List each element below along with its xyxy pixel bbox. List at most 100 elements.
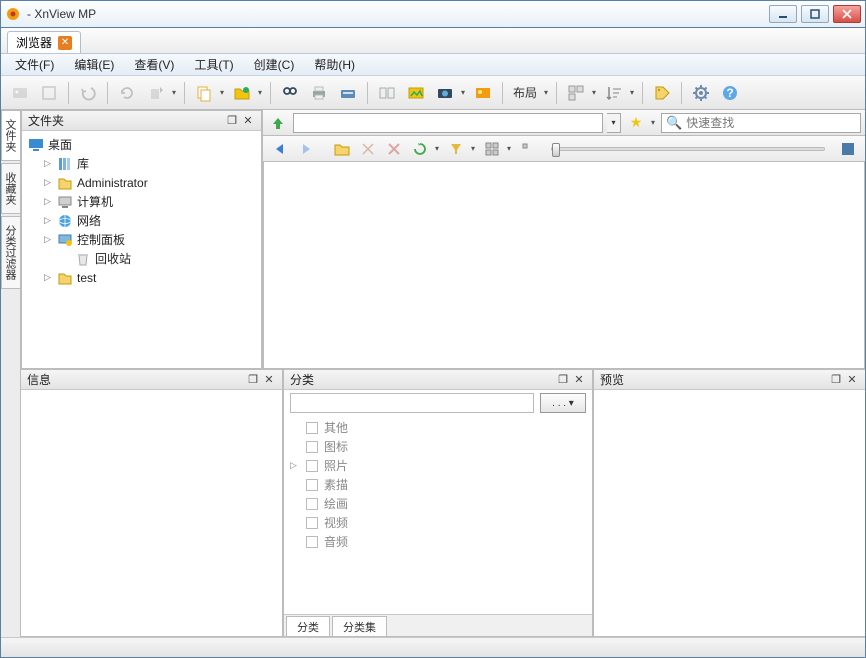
tab-close-icon[interactable]: ✕ [58,36,72,50]
zoom-out-icon[interactable] [517,138,539,160]
checkbox-icon[interactable] [306,441,318,453]
checkbox-icon[interactable] [306,479,318,491]
favorite-dropdown[interactable]: ▾ [649,118,657,127]
nav-view-mode-icon[interactable] [481,138,503,160]
panel-float-icon[interactable]: ❐ [225,114,239,128]
folder-tree[interactable]: 桌面 ▷ 库 ▷ Administrator [22,131,261,291]
address-input[interactable] [293,113,603,133]
toolbar-help-icon[interactable]: ? [717,80,743,106]
panel-close-icon[interactable]: ✕ [572,373,586,387]
category-tab-categories[interactable]: 分类 [286,616,330,636]
expand-icon[interactable]: ▷ [42,272,53,283]
zoom-in-icon[interactable] [837,138,859,160]
panel-float-icon[interactable]: ❐ [246,373,260,387]
category-item[interactable]: 图标 [284,437,592,456]
nav-delete-icon[interactable] [383,138,405,160]
toolbar-fullscreen-icon[interactable] [36,80,62,106]
expand-icon[interactable]: ▷ [290,460,297,471]
toolbar-undo-icon[interactable] [75,80,101,106]
quick-search[interactable]: 🔍 [661,113,861,133]
category-item[interactable]: 照片 [284,456,592,475]
toolbar-print-icon[interactable] [306,80,332,106]
toolbar-open-dropdown[interactable]: ▾ [256,88,264,97]
nav-open-folder-icon[interactable] [331,138,353,160]
panel-float-icon[interactable]: ❐ [556,373,570,387]
panel-float-icon[interactable]: ❐ [829,373,843,387]
expand-icon[interactable]: ▷ [42,177,53,188]
nav-filter-icon[interactable] [445,138,467,160]
toolbar-view-image-icon[interactable] [7,80,33,106]
toolbar-sort-icon[interactable] [601,80,627,106]
checkbox-icon[interactable] [306,460,318,472]
nav-filter-dropdown[interactable]: ▾ [469,144,477,153]
expand-icon[interactable]: ▷ [42,215,53,226]
category-item[interactable]: 其他 [284,418,592,437]
toolbar-copy-icon[interactable] [191,80,217,106]
toolbar-copy-dropdown[interactable]: ▾ [218,88,226,97]
menu-file[interactable]: 文件(F) [7,54,62,75]
nav-back-icon[interactable] [269,138,291,160]
category-item[interactable]: 视频 [284,513,592,532]
search-input[interactable] [686,116,856,130]
toolbar-thumbnails-icon[interactable] [563,80,589,106]
toolbar-open-folder-icon[interactable] [229,80,255,106]
category-item[interactable]: 素描 [284,475,592,494]
toolbar-compare-icon[interactable] [374,80,400,106]
toolbar-thumbnails-dropdown[interactable]: ▾ [590,88,598,97]
nav-refresh-dropdown[interactable]: ▾ [433,144,441,153]
toolbar-refresh-icon[interactable] [114,80,140,106]
side-tab-favorites[interactable]: 收藏夹 [1,163,20,214]
toolbar-rotate-icon[interactable] [143,80,169,106]
favorite-star-icon[interactable]: ★ [625,112,647,134]
tree-item[interactable]: ▷ test [24,268,259,287]
tree-item[interactable]: ▷ 库 [24,154,259,173]
nav-forward-icon[interactable] [295,138,317,160]
menu-tools[interactable]: 工具(T) [186,54,241,75]
expand-icon[interactable]: ▷ [42,234,53,245]
toolbar-settings-icon[interactable] [688,80,714,106]
maximize-button[interactable] [801,5,829,23]
checkbox-icon[interactable] [306,498,318,510]
toolbar-search-icon[interactable] [277,80,303,106]
toolbar-rotate-dropdown[interactable]: ▾ [170,88,178,97]
tree-item[interactable]: 回收站 [24,249,259,268]
category-tab-sets[interactable]: 分类集 [332,616,387,636]
category-options-button[interactable]: . . . ▾ [540,393,586,413]
panel-close-icon[interactable]: ✕ [241,114,255,128]
address-dropdown[interactable]: ▾ [607,113,621,133]
checkbox-icon[interactable] [306,517,318,529]
zoom-slider[interactable] [551,147,825,151]
close-button[interactable] [833,5,861,23]
toolbar-capture-dropdown[interactable]: ▾ [459,88,467,97]
panel-close-icon[interactable]: ✕ [262,373,276,387]
toolbar-tag-icon[interactable] [649,80,675,106]
expand-icon[interactable]: ▷ [42,158,53,169]
toolbar-capture-icon[interactable] [432,80,458,106]
panel-close-icon[interactable]: ✕ [845,373,859,387]
category-item[interactable]: 绘画 [284,494,592,513]
category-search-input[interactable] [290,393,534,413]
minimize-button[interactable] [769,5,797,23]
tree-item[interactable]: ▷ 网络 [24,211,259,230]
menu-edit[interactable]: 编辑(E) [66,54,122,75]
toolbar-layout-dropdown[interactable]: ▾ [542,88,550,97]
menu-help[interactable]: 帮助(H) [306,54,363,75]
expand-icon[interactable]: ▷ [42,196,53,207]
tab-browser[interactable]: 浏览器 ✕ [7,31,81,53]
checkbox-icon[interactable] [306,422,318,434]
menu-view[interactable]: 查看(V) [126,54,182,75]
toolbar-slideshow-icon[interactable] [403,80,429,106]
toolbar-scanner-icon[interactable] [335,80,361,106]
menu-create[interactable]: 创建(C) [246,54,303,75]
category-item[interactable]: 音频 [284,532,592,551]
nav-refresh-icon[interactable] [409,138,431,160]
zoom-slider-thumb[interactable] [552,143,560,157]
toolbar-convert-icon[interactable] [470,80,496,106]
side-tab-filters[interactable]: 分类过滤器 [1,216,20,289]
nav-cut-icon[interactable] [357,138,379,160]
checkbox-icon[interactable] [306,536,318,548]
nav-up-icon[interactable] [267,112,289,134]
tree-item[interactable]: ▷ 控制面板 [24,230,259,249]
tree-root[interactable]: 桌面 [24,135,259,154]
thumbnail-viewer[interactable] [263,162,865,369]
